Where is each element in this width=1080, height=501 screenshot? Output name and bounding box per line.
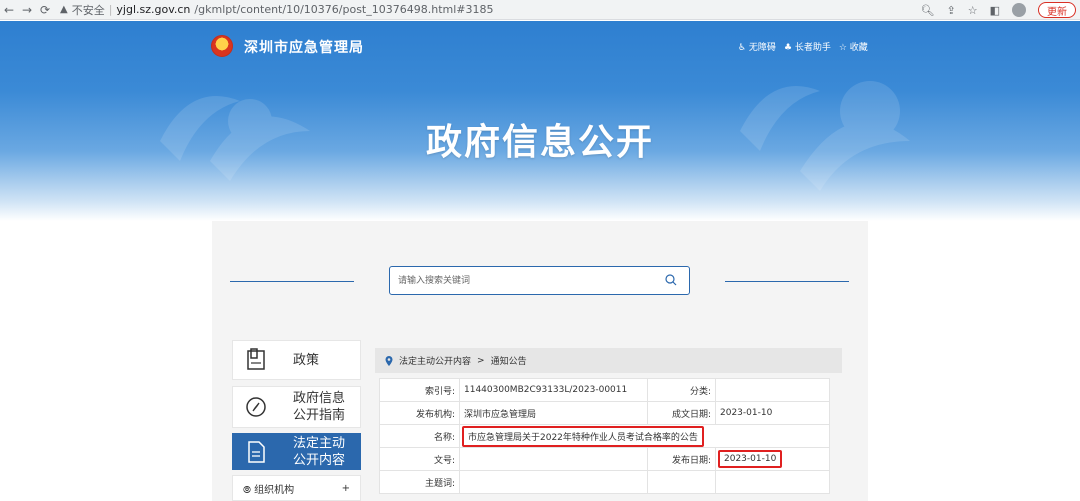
location-pin-icon <box>385 355 393 366</box>
sidebar-subitem-organization[interactable]: ⦾ 组织机构 + <box>232 475 361 501</box>
value-category <box>715 378 830 402</box>
empty-value <box>715 470 830 494</box>
empty-label <box>647 470 716 494</box>
divider: | <box>108 3 113 16</box>
label-index-no: 索引号: <box>379 378 460 402</box>
browser-toolbar: ← → ⟳ ▲ 不安全 | yjgl.sz.gov.cn/gkmlpt/cont… <box>0 0 1080 20</box>
label-doc-number: 文号: <box>379 447 460 471</box>
header-banner: 深圳市应急管理局 ♿ 无障碍 ♣ 长者助手 ☆ 收藏 政府信息公开 <box>0 21 1080 221</box>
value-publish-date: 2023-01-10 <box>718 450 783 468</box>
sidebar-item-label-line2: 公开内容 <box>293 453 346 468</box>
value-index-no: 11440300MB2C93133L/2023-00011 <box>459 378 648 402</box>
url-path: /gkmlpt/content/10/10376/post_10376498.h… <box>194 3 494 16</box>
value-publish-date-cell: 2023-01-10 <box>715 447 830 471</box>
top-links: ♿ 无障碍 ♣ 长者助手 ☆ 收藏 <box>738 40 868 53</box>
address-bar[interactable]: ▲ 不安全 | yjgl.sz.gov.cn/gkmlpt/content/10… <box>60 2 493 18</box>
share-icon[interactable]: ⇪ <box>947 4 956 17</box>
forward-arrow-icon[interactable]: → <box>18 3 36 17</box>
search-box <box>389 266 690 295</box>
value-written-date: 2023-01-10 <box>715 401 830 425</box>
sidebar-item-label: 政策 <box>293 353 320 368</box>
table-row: 主题词: <box>379 470 830 494</box>
sidebar-item-guide[interactable]: 政府信息 公开指南 <box>232 386 361 428</box>
table-row: 文号: 发布日期: 2023-01-10 <box>379 447 830 471</box>
sidebar-item-label-line1: 政府信息 <box>293 391 346 406</box>
back-arrow-icon[interactable]: ← <box>0 3 18 17</box>
accessibility-link[interactable]: ♿ 无障碍 <box>738 40 776 53</box>
table-row: 发布机构: 深圳市应急管理局 成文日期: 2023-01-10 <box>379 401 830 425</box>
expand-toggle[interactable]: + <box>342 483 350 494</box>
label-publish-date: 发布日期: <box>647 447 716 471</box>
sidebar-toggle-icon[interactable]: ◧ <box>990 4 1000 17</box>
profile-avatar[interactable] <box>1012 3 1026 17</box>
favorite-link[interactable]: ☆ 收藏 <box>839 40 868 53</box>
content-panel: 政策 政府信息 公开指南 法定主动 公开内容 ⦾ 组织机构 + 法定主动公开内容… <box>212 221 868 501</box>
value-doc-number <box>459 447 648 471</box>
org-name[interactable]: 深圳市应急管理局 <box>244 37 364 57</box>
update-button[interactable]: 更新 <box>1038 2 1076 18</box>
label-publisher: 发布机构: <box>379 401 460 425</box>
page-title: 政府信息公开 <box>425 122 654 163</box>
star-icon[interactable]: ☆ <box>968 4 978 17</box>
value-title-cell: 市应急管理局关于2022年特种作业人员考试合格率的公告 <box>459 424 830 448</box>
value-keywords <box>459 470 648 494</box>
label-title: 名称: <box>379 424 460 448</box>
breadcrumb: 法定主动公开内容 > 通知公告 <box>375 348 842 373</box>
search-divider-left <box>230 281 354 282</box>
sidebar-subitem-label: ⦾ 组织机构 <box>243 484 295 496</box>
search-divider-right <box>725 281 849 282</box>
elder-assistant-link[interactable]: ♣ 长者助手 <box>784 40 831 53</box>
book-icon <box>247 348 265 370</box>
value-publisher: 深圳市应急管理局 <box>459 401 648 425</box>
table-row: 名称: 市应急管理局关于2022年特种作业人员考试合格率的公告 <box>379 424 830 448</box>
label-keywords: 主题词: <box>379 470 460 494</box>
table-row: 索引号: 11440300MB2C93133L/2023-00011 分类: <box>379 378 830 402</box>
national-emblem-logo[interactable] <box>211 35 233 57</box>
breadcrumb-item[interactable]: 法定主动公开内容 <box>399 354 471 367</box>
sidebar-item-policy[interactable]: 政策 <box>232 340 361 380</box>
sidebar-item-label-line1: 法定主动 <box>293 436 346 451</box>
search-input[interactable] <box>398 273 658 289</box>
url-domain: yjgl.sz.gov.cn <box>116 3 191 16</box>
search-icon[interactable] <box>665 274 677 286</box>
security-label: 不安全 <box>71 3 105 17</box>
label-written-date: 成文日期: <box>647 401 716 425</box>
sidebar-item-public-content[interactable]: 法定主动 公开内容 <box>232 433 361 470</box>
breadcrumb-item-current[interactable]: 通知公告 <box>491 354 527 367</box>
document-icon <box>248 440 265 463</box>
compass-icon <box>246 397 266 417</box>
label-category: 分类: <box>647 378 716 402</box>
browser-actions: 🔍︎ ⇪ ☆ ◧ 更新 <box>921 0 1080 20</box>
document-info-table: 索引号: 11440300MB2C93133L/2023-00011 分类: 发… <box>379 378 830 494</box>
breadcrumb-separator: > <box>477 355 485 366</box>
zoom-icon[interactable]: 🔍︎ <box>921 4 935 17</box>
value-title: 市应急管理局关于2022年特种作业人员考试合格率的公告 <box>462 425 704 447</box>
reload-icon[interactable]: ⟳ <box>36 3 54 17</box>
warning-icon[interactable]: ▲ <box>60 4 68 15</box>
sidebar-item-label-line2: 公开指南 <box>293 408 346 423</box>
